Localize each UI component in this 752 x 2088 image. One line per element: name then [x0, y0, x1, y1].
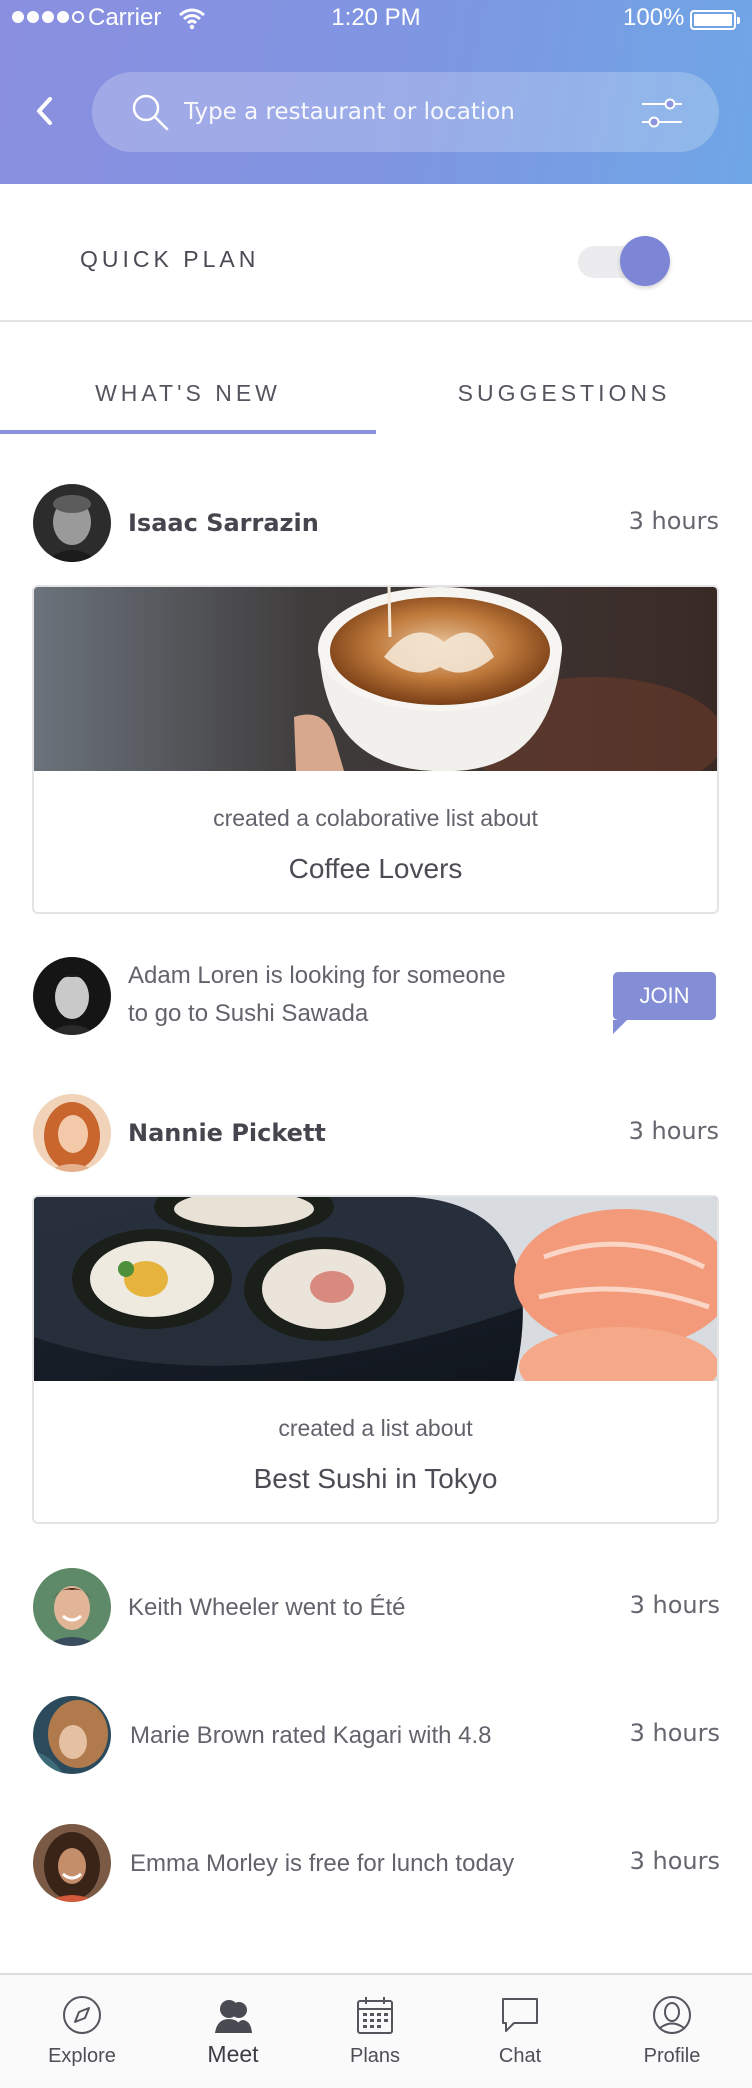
nav-label: Chat: [498, 2045, 542, 2067]
nav-label: Profile: [643, 2045, 701, 2067]
avatar[interactable]: [33, 1094, 111, 1172]
nav-label: Explore: [48, 2045, 116, 2067]
feed-timestamp: 3 hours: [628, 1117, 719, 1145]
people-icon: [215, 2000, 252, 2033]
quick-plan-toggle[interactable]: [576, 236, 670, 286]
sushi-photo: [34, 1197, 717, 1381]
activity-text: Emma Morley is free for lunch today: [130, 1850, 515, 1877]
calendar-icon: [357, 1997, 393, 2034]
nav-chat[interactable]: Chat: [445, 1975, 595, 2088]
search-bar[interactable]: [92, 72, 719, 152]
nav-explore[interactable]: Explore: [7, 1975, 157, 2088]
battery-icon: [690, 10, 740, 30]
status-bar: Carrier 1:20 PM 100%: [0, 0, 752, 38]
feed-timestamp: 3 hours: [628, 507, 719, 535]
search-icon: [132, 94, 169, 131]
feed-user-name[interactable]: Isaac Sarrazin: [128, 509, 319, 537]
filter-sliders-icon[interactable]: [640, 94, 684, 132]
avatar[interactable]: [33, 1568, 111, 1646]
search-input[interactable]: [184, 88, 614, 136]
feed-timestamp: 3 hours: [629, 1719, 720, 1747]
back-arrow-icon[interactable]: [30, 94, 60, 128]
tab-whats-new[interactable]: WHAT'S NEW: [0, 324, 376, 434]
quick-plan-label: QUICK PLAN: [80, 246, 260, 272]
nav-label: Meet: [207, 2041, 259, 2067]
compass-icon: [63, 1996, 101, 2034]
invite-text: Adam Loren is looking for someone to go …: [128, 962, 506, 1027]
profile-icon: [653, 1996, 691, 2034]
activity-text: Marie Brown rated Kagari with 4.8: [130, 1722, 492, 1749]
nav-meet[interactable]: Meet: [158, 1975, 308, 2088]
join-button[interactable]: JOIN: [613, 972, 716, 1034]
quick-plan-row: QUICK PLAN: [0, 184, 752, 322]
feed-timestamp: 3 hours: [629, 1591, 720, 1619]
coffee-photo: [34, 587, 717, 771]
active-tab-indicator: [0, 430, 376, 434]
card-subtitle: created a list about: [278, 1415, 473, 1441]
avatar[interactable]: [33, 1824, 111, 1902]
avatar[interactable]: [33, 1696, 111, 1774]
avatar[interactable]: [33, 957, 111, 1035]
bottom-tab-bar: Explore Meet Plans Chat Profile: [0, 1973, 752, 2088]
nav-profile[interactable]: Profile: [597, 1975, 747, 2088]
feed-timestamp: 3 hours: [629, 1847, 720, 1875]
feed-user-name[interactable]: Nannie Pickett: [128, 1119, 326, 1147]
card-title: Coffee Lovers: [288, 853, 463, 884]
feed-tabs: WHAT'S NEW SUGGESTIONS: [0, 324, 752, 434]
card-subtitle: created a colaborative list about: [213, 805, 538, 831]
app-header: Carrier 1:20 PM 100%: [0, 0, 752, 184]
card-title: Best Sushi in Tokyo: [253, 1463, 498, 1494]
list-card[interactable]: created a colaborative list about Coffee…: [32, 585, 719, 914]
nav-plans[interactable]: Plans: [300, 1975, 450, 2088]
activity-text: Keith Wheeler went to Été: [128, 1594, 406, 1621]
battery-percent: 100%: [623, 4, 685, 31]
chat-bubble-icon: [502, 1998, 538, 2032]
avatar[interactable]: [33, 484, 111, 562]
tab-suggestions[interactable]: SUGGESTIONS: [376, 324, 752, 434]
list-card[interactable]: created a list about Best Sushi in Tokyo: [32, 1195, 719, 1524]
nav-label: Plans: [349, 2045, 401, 2067]
